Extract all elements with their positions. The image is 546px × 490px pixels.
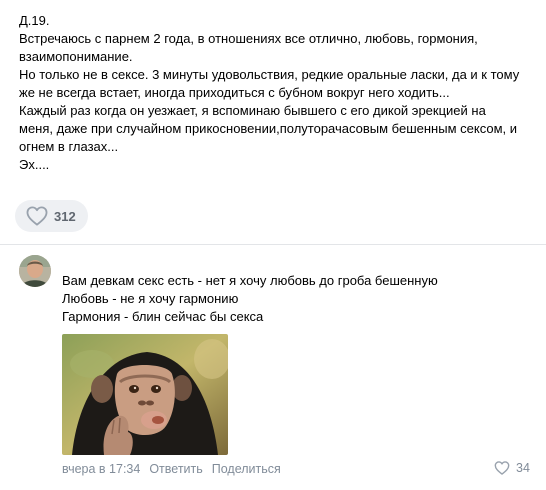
- post-like-button[interactable]: 312: [15, 200, 88, 232]
- share-link[interactable]: Поделиться: [212, 462, 281, 476]
- reply-link[interactable]: Ответить: [149, 462, 202, 476]
- heart-outline-icon: [26, 206, 48, 226]
- post-body: Д.19. Встречаюсь с парнем 2 года, в отно…: [19, 12, 534, 174]
- post-like-count: 312: [54, 208, 76, 224]
- post-text-line: огнем в глазах...: [19, 139, 119, 154]
- comment-text-line: Вам девкам секс есть - нет я хочу любовь…: [62, 273, 438, 288]
- comment-body: Вам девкам секс есть - нет я хочу любовь…: [62, 272, 438, 326]
- post-text-line: же не всегда встает, иногда приходиться …: [19, 85, 450, 100]
- comment-text-line: Любовь - не я хочу гармонию: [62, 291, 239, 306]
- post-text-line: меня, даже при случайном прикосновении,п…: [19, 121, 517, 136]
- post-text-line: Каждый раз когда он уезжает, я вспоминаю…: [19, 103, 486, 118]
- post-text-line: Но только не в сексе. 3 минуты удовольст…: [19, 67, 520, 82]
- comment-like-count: 34: [516, 461, 530, 475]
- comment-meta: вчера в 17:34 Ответить Поделиться: [62, 462, 281, 476]
- divider: [0, 244, 546, 245]
- post-text-line: взаимопонимание.: [19, 49, 133, 64]
- post-text-line: Эх....: [19, 157, 50, 172]
- comment-timestamp[interactable]: вчера в 17:34: [62, 462, 140, 476]
- heart-outline-icon: [494, 461, 510, 475]
- chimpanzee-illustration: [62, 334, 228, 455]
- chimpanzee-photo[interactable]: [62, 334, 228, 455]
- comment-text-line: Гармония - блин сейчас бы секса: [62, 309, 264, 324]
- post-text-line: Д.19.: [19, 13, 50, 28]
- user-avatar[interactable]: [19, 255, 51, 287]
- post-text-line: Встречаюсь с парнем 2 года, в отношениях…: [19, 31, 478, 46]
- comment-like-button[interactable]: 34: [494, 461, 530, 475]
- avatar-photo: [19, 255, 51, 287]
